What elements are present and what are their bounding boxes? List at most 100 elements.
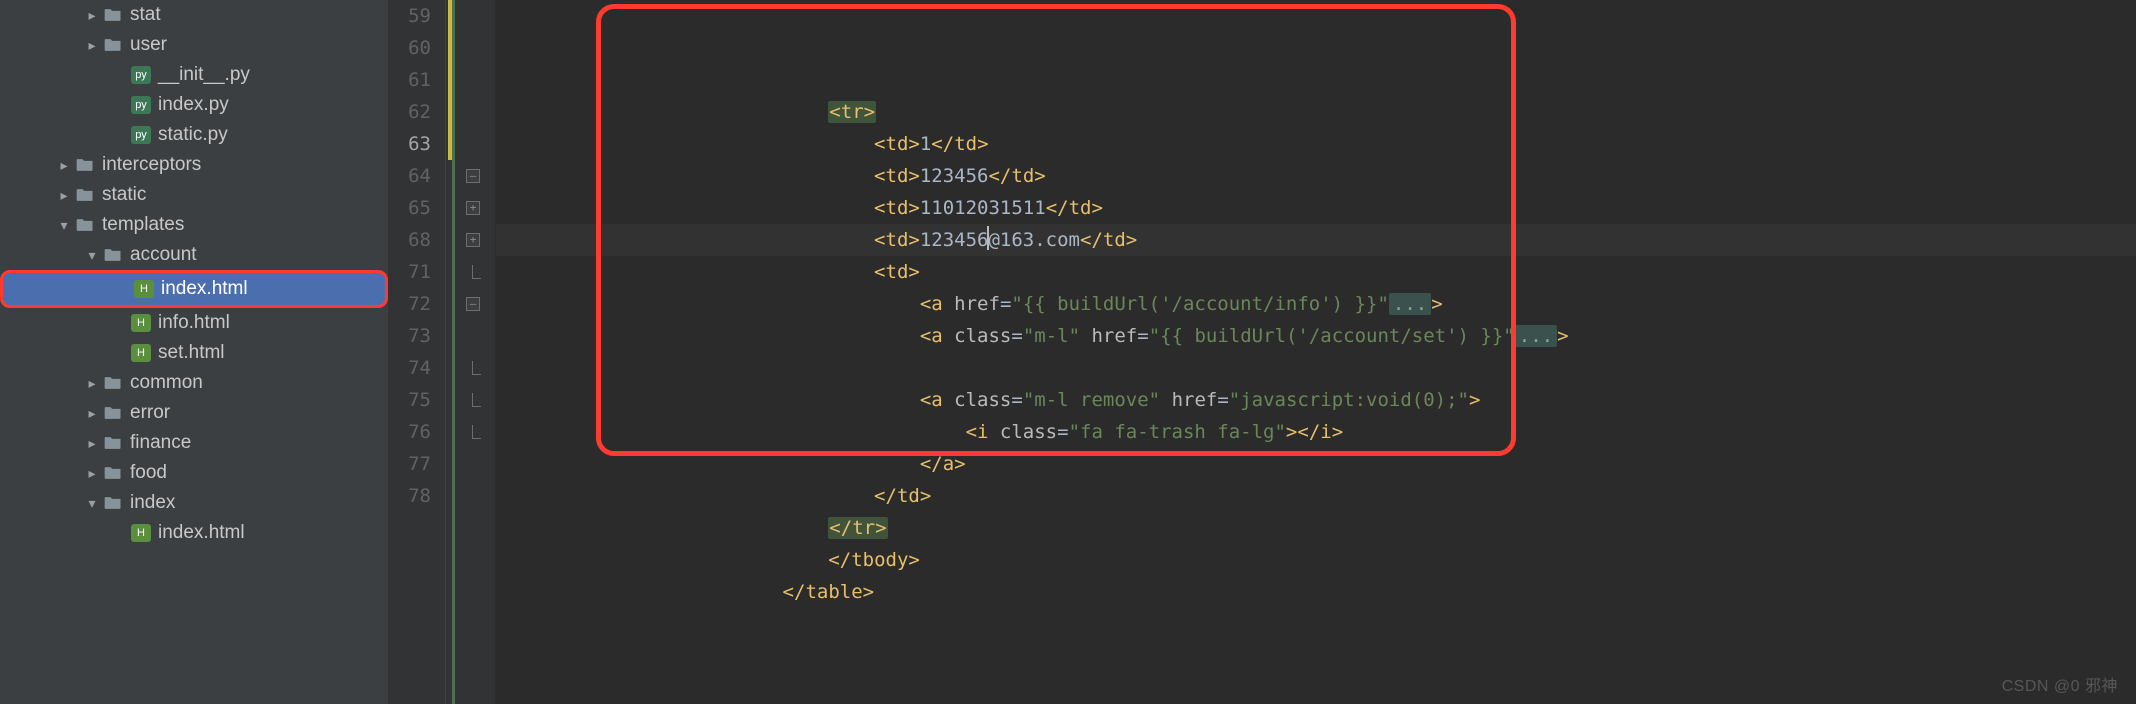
line-number[interactable]: 61 <box>388 64 431 96</box>
line-number[interactable]: 74 <box>388 352 431 384</box>
tree-item-label: food <box>130 462 167 484</box>
code-line[interactable]: </a> <box>496 448 2136 480</box>
code-line[interactable]: </tr> <box>496 512 2136 544</box>
tree-item-label: index <box>130 492 175 514</box>
code-line[interactable]: <td>1</td> <box>496 128 2136 160</box>
fold-end-icon <box>472 361 473 375</box>
project-tree[interactable]: statuserpy__init__.pypyindex.pypystatic.… <box>0 0 388 704</box>
code-line[interactable]: <a class="m-l remove" href="javascript:v… <box>496 384 2136 416</box>
tree-item-label: index.html <box>161 278 248 300</box>
tree-item-label: interceptors <box>102 154 201 176</box>
code-line[interactable]: <a href="{{ buildUrl('/account/info') }}… <box>496 288 2136 320</box>
tree-item-label: templates <box>102 214 184 236</box>
code-line[interactable]: <a class="m-l" href="{{ buildUrl('/accou… <box>496 320 2136 352</box>
line-number[interactable]: 59 <box>388 0 431 32</box>
html-file-icon: H <box>133 278 155 300</box>
tree-item--init-py[interactable]: py__init__.py <box>0 60 388 90</box>
fold-end-icon <box>472 265 473 279</box>
vcs-modified-marker <box>448 0 452 160</box>
chevron-right-icon[interactable] <box>56 187 72 204</box>
code-line[interactable]: <tr> <box>496 96 2136 128</box>
fold-toggle-icon[interactable]: + <box>466 201 480 215</box>
tree-item-label: index.py <box>158 94 229 116</box>
folder-icon <box>102 4 124 26</box>
tree-item-label: static.py <box>158 124 228 146</box>
tree-item-common[interactable]: common <box>0 368 388 398</box>
tree-item-interceptors[interactable]: interceptors <box>0 150 388 180</box>
line-number-gutter[interactable]: 59606162636465687172737475767778 <box>388 0 446 704</box>
tree-item-stat[interactable]: stat <box>0 0 388 30</box>
python-file-icon: py <box>130 124 152 146</box>
line-number[interactable]: 60 <box>388 32 431 64</box>
code-line[interactable]: <i class="fa fa-trash fa-lg"></i> <box>496 416 2136 448</box>
line-number[interactable]: 65 <box>388 192 431 224</box>
tree-item-label: finance <box>130 432 191 454</box>
tree-item-static-py[interactable]: py static.py <box>0 120 388 150</box>
tree-item-user[interactable]: user <box>0 30 388 60</box>
tree-item-account[interactable]: account <box>0 240 388 270</box>
chevron-right-icon[interactable] <box>84 465 100 482</box>
fold-toggle-icon[interactable]: – <box>466 297 480 311</box>
line-number[interactable]: 72 <box>388 288 431 320</box>
chevron-right-icon[interactable] <box>84 7 100 24</box>
line-number[interactable]: 71 <box>388 256 431 288</box>
python-file-icon: py <box>130 64 152 86</box>
line-number[interactable]: 64 <box>388 160 431 192</box>
code-line[interactable]: <td> <box>496 256 2136 288</box>
code-line[interactable]: </table> <box>496 576 2136 608</box>
code-line[interactable]: <td>11012031511</td> <box>496 192 2136 224</box>
tree-item-index[interactable]: index <box>0 488 388 518</box>
tree-item-index-html[interactable]: Hindex.html <box>0 518 388 548</box>
tree-item-label: info.html <box>158 312 230 334</box>
tree-item-index-py[interactable]: py index.py <box>0 90 388 120</box>
code-line[interactable]: <td>123456</td> <box>496 160 2136 192</box>
tree-item-set-html[interactable]: Hset.html <box>0 338 388 368</box>
folder-icon <box>74 184 96 206</box>
line-number[interactable]: 68 <box>388 224 431 256</box>
tree-item-error[interactable]: error <box>0 398 388 428</box>
tree-item-label: error <box>130 402 170 424</box>
chevron-down-icon[interactable] <box>84 247 100 264</box>
line-number[interactable]: 63 <box>388 128 431 160</box>
line-number[interactable]: 75 <box>388 384 431 416</box>
code-line[interactable]: </tbody> <box>496 544 2136 576</box>
folder-icon <box>102 492 124 514</box>
chevron-right-icon[interactable] <box>84 37 100 54</box>
folder-icon <box>102 34 124 56</box>
folder-icon <box>74 154 96 176</box>
fold-strip[interactable]: – + + – <box>446 0 496 704</box>
tree-item-label: set.html <box>158 342 225 364</box>
tree-item-templates[interactable]: templates <box>0 210 388 240</box>
chevron-right-icon[interactable] <box>56 157 72 174</box>
tree-item-finance[interactable]: finance <box>0 428 388 458</box>
line-number[interactable]: 62 <box>388 96 431 128</box>
chevron-down-icon[interactable] <box>56 217 72 234</box>
vcs-change-line <box>452 0 455 704</box>
fold-toggle-icon[interactable]: + <box>466 233 480 247</box>
tree-item-index-html[interactable]: Hindex.html <box>0 270 388 308</box>
chevron-down-icon[interactable] <box>84 495 100 512</box>
code-line[interactable] <box>496 352 2136 384</box>
line-number[interactable]: 77 <box>388 448 431 480</box>
line-number[interactable]: 78 <box>388 480 431 512</box>
tree-item-static[interactable]: static <box>0 180 388 210</box>
chevron-right-icon[interactable] <box>84 405 100 422</box>
tree-item-info-html[interactable]: Hinfo.html <box>0 308 388 338</box>
tree-item-label: user <box>130 34 167 56</box>
python-file-icon: py <box>130 94 152 116</box>
fold-toggle-icon[interactable]: – <box>466 169 480 183</box>
folder-icon <box>74 214 96 236</box>
tree-item-food[interactable]: food <box>0 458 388 488</box>
folded-code-icon[interactable]: ... <box>1515 325 1557 347</box>
code-line[interactable]: </td> <box>496 480 2136 512</box>
line-number[interactable]: 76 <box>388 416 431 448</box>
chevron-right-icon[interactable] <box>84 375 100 392</box>
html-file-icon: H <box>130 342 152 364</box>
folder-icon <box>102 372 124 394</box>
folded-code-icon[interactable]: ... <box>1389 293 1431 315</box>
line-number[interactable]: 73 <box>388 320 431 352</box>
code-line[interactable]: <td>123456@163.com</td> <box>496 224 2136 256</box>
chevron-right-icon[interactable] <box>84 435 100 452</box>
code-editor[interactable]: <tr> <td>1</td> <td>123456</td> <td>1101… <box>496 0 2136 704</box>
folder-icon <box>102 402 124 424</box>
